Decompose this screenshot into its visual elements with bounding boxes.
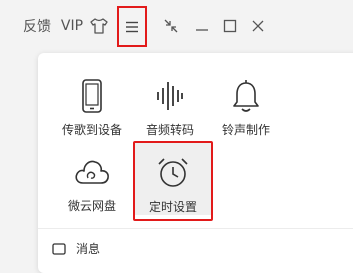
menu-divider (38, 228, 353, 229)
menu-item-label: 铃声制作 (221, 123, 270, 137)
feedback-button[interactable]: 反馈 (22, 14, 52, 38)
timer-settings-highlight (133, 141, 213, 221)
menu-item-ringtone-maker[interactable]: 铃声制作 (208, 66, 284, 138)
close-button[interactable] (248, 14, 268, 38)
menu-item-label: 音频转码 (145, 123, 194, 137)
audio-waveform-icon (157, 81, 183, 110)
hamburger-menu-icon (126, 21, 138, 32)
tshirt-icon (90, 18, 108, 34)
maximize-icon (223, 19, 237, 33)
vip-label: VIP (60, 18, 84, 34)
mini-mode-button[interactable] (160, 14, 182, 38)
skin-button[interactable] (88, 14, 110, 38)
maximize-button[interactable] (220, 14, 240, 38)
message-icon (52, 242, 66, 255)
bell-icon (233, 79, 259, 112)
menu-item-transfer-to-device[interactable]: 传歌到设备 (54, 66, 130, 138)
phone-device-icon (82, 78, 102, 113)
menu-item-label: 微云网盘 (67, 199, 116, 213)
vip-button[interactable]: VIP (58, 14, 86, 38)
minimize-icon (196, 29, 208, 31)
cloud-icon (75, 160, 109, 184)
menu-item-weiyun-drive[interactable]: 微云网盘 (54, 142, 130, 214)
menu-item-audio-transcode[interactable]: 音频转码 (132, 66, 208, 138)
menu-item-messages[interactable]: 消息 (52, 240, 100, 257)
shrink-icon (164, 19, 178, 33)
feedback-label: 反馈 (23, 19, 51, 35)
minimize-button[interactable] (192, 14, 212, 38)
menu-item-label: 消息 (76, 242, 101, 256)
close-icon (252, 20, 264, 32)
main-menu-button[interactable] (117, 6, 147, 47)
menu-item-label: 传歌到设备 (61, 123, 122, 137)
title-bar: 反馈 VIP (0, 0, 353, 52)
